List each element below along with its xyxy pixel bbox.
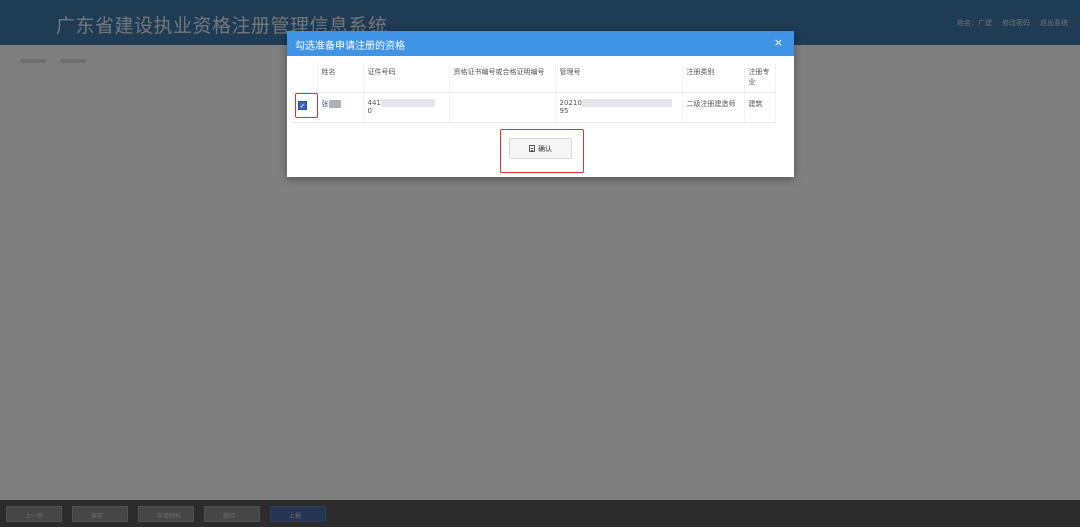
column-header-management-number: 管理号 xyxy=(555,64,683,93)
checkbox-checked-icon[interactable]: ✓ xyxy=(298,100,307,110)
id-number-suffix: 0 xyxy=(367,106,372,115)
column-header-registration-category: 注册类别 xyxy=(682,64,745,93)
confirm-button[interactable]: 确认 xyxy=(509,138,572,159)
management-number-suffix: 95 xyxy=(559,106,569,115)
confirm-button-label: 确认 xyxy=(538,144,552,153)
management-number-prefix: 20210 xyxy=(559,98,582,107)
column-header-id-number: 证件号码 xyxy=(363,64,450,93)
dialog-header: 勾选准备申请注册的资格 × xyxy=(287,31,794,56)
qualification-table: 姓名 证件号码 资格证书编号或合格证明编号 管理号 注册类别 注册专业 ✓ 张 … xyxy=(292,64,776,123)
name-text: 张 xyxy=(321,99,329,108)
column-header-name: 姓名 xyxy=(317,64,364,93)
name-cell: 张 xyxy=(317,92,364,123)
qualification-select-dialog: 勾选准备申请注册的资格 × 姓名 证件号码 资格证书编号或合格证明编号 管理号 … xyxy=(287,31,794,177)
registration-specialty-cell: 建筑 xyxy=(744,92,776,123)
column-header-select xyxy=(292,64,318,93)
close-icon[interactable]: × xyxy=(774,36,783,50)
redaction-mask xyxy=(328,99,341,108)
select-cell[interactable]: ✓ xyxy=(292,92,318,123)
redaction-mask xyxy=(581,98,672,107)
management-number-cell: 20210 95 xyxy=(555,92,683,123)
id-number-prefix: 441 xyxy=(367,98,381,107)
id-number-cell: 441 0 xyxy=(363,92,450,123)
document-icon xyxy=(529,145,535,152)
registration-category-cell: 二级注册建造师 xyxy=(682,92,745,123)
column-header-registration-specialty: 注册专业 xyxy=(744,64,776,93)
table-header-row: 姓名 证件号码 资格证书编号或合格证明编号 管理号 注册类别 注册专业 xyxy=(292,64,776,93)
column-header-certificate-number: 资格证书编号或合格证明编号 xyxy=(449,64,556,93)
certificate-number-cell xyxy=(449,92,556,123)
dialog-title: 勾选准备申请注册的资格 xyxy=(295,41,405,52)
redaction-mask xyxy=(380,98,435,107)
table-row[interactable]: ✓ 张 441 0 20210 95 二级注册建造师 建筑 xyxy=(292,92,776,123)
